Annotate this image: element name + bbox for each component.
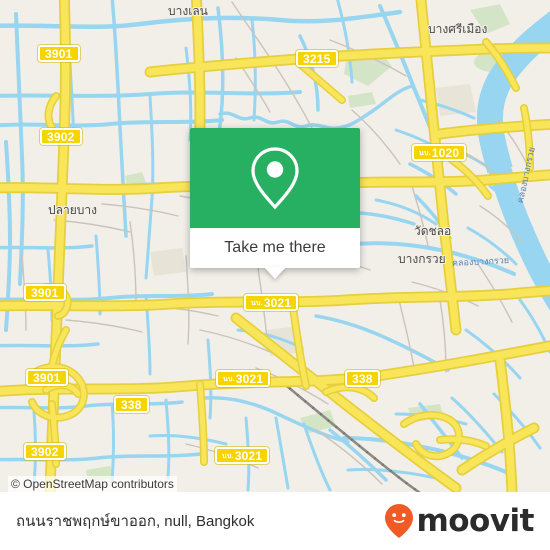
take-me-there-card[interactable]: Take me there	[190, 128, 360, 279]
road-shield: 3902	[40, 128, 82, 145]
road-shield-ref: 3021	[235, 371, 264, 386]
road-shield-ref: 1020	[431, 145, 460, 160]
road-shield: 3902	[24, 443, 66, 460]
road-shield-ref: 3902	[31, 444, 59, 459]
openstreetmap-attribution[interactable]: © OpenStreetMap contributors	[8, 476, 177, 492]
location-title: ถนนราชพฤกษ์ขาออก, null, Bangkok	[16, 513, 255, 530]
bottom-bar: ถนนราชพฤกษ์ขาออก, null, Bangkok moovit	[0, 492, 550, 550]
road-shield: 3901	[24, 284, 66, 301]
road-shield-ref: 3021	[234, 448, 263, 463]
road-shield-prefix: นบ.	[251, 300, 263, 307]
road-shield: นบ. 1020	[412, 144, 467, 161]
road-shield-ref: 3021	[263, 295, 292, 310]
road-shield: นบ. 3021	[216, 370, 271, 387]
road-shield-ref: 338	[352, 371, 373, 386]
card-header	[190, 128, 360, 228]
road-shield: 3901	[26, 369, 68, 386]
road-shield: นบ. 3021	[215, 447, 270, 464]
road-shield: 338	[345, 370, 380, 387]
map-canvas[interactable]: บางเลน บางศรีเมือง ปลายบาง วัดชลอ บางกรวย คล…	[0, 0, 550, 492]
moovit-wordmark: moovit	[416, 502, 534, 539]
road-shield-ref: 3901	[31, 285, 59, 300]
road-shield-prefix: นบ.	[223, 376, 235, 383]
take-me-there-label: Take me there	[224, 239, 326, 256]
road-shield-prefix: นบ.	[222, 453, 234, 460]
card-pointer-tail	[264, 267, 286, 279]
road-shield-ref: 3901	[45, 46, 73, 61]
road-shield-ref: 3215	[303, 51, 331, 66]
road-shield: 3215	[296, 50, 338, 67]
road-shield-ref: 338	[121, 397, 142, 412]
road-shield: นบ. 3021	[244, 294, 299, 311]
map-screen: บางเลน บางศรีเมือง ปลายบาง วัดชลอ บางกรวย คล…	[0, 0, 550, 550]
map-pin-icon	[251, 147, 299, 210]
road-shield: 3901	[38, 45, 80, 62]
road-shield-prefix: นบ.	[419, 150, 431, 157]
road-shield: 338	[114, 396, 149, 413]
road-shield-ref: 3901	[33, 370, 61, 385]
road-shield-ref: 3902	[47, 129, 75, 144]
card-footer[interactable]: Take me there	[190, 228, 360, 279]
moovit-logo[interactable]: moovit	[384, 503, 534, 539]
moovit-pin-icon	[385, 504, 414, 538]
